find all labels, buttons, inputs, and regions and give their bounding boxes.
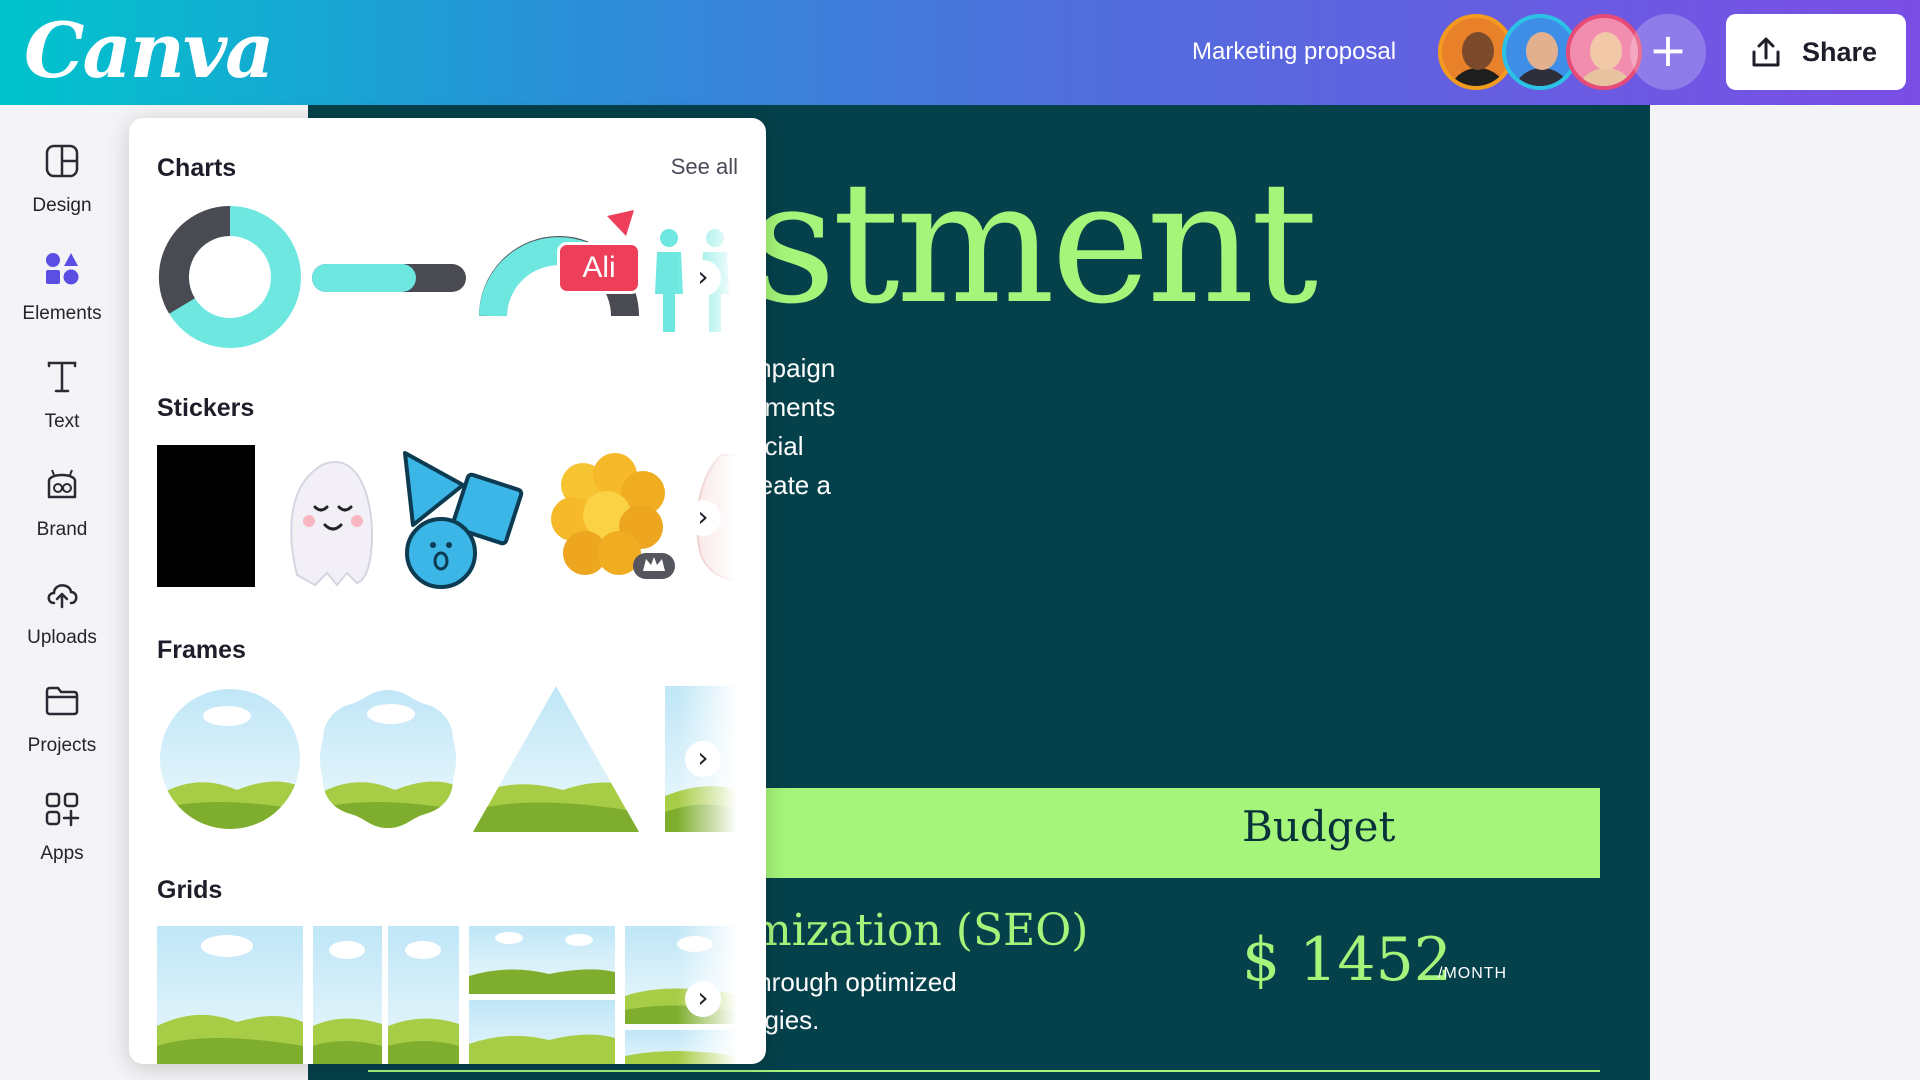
share-label: Share: [1802, 36, 1878, 67]
elements-panel: Charts See all Ali › Stickers › Frames ›…: [129, 118, 766, 1064]
frames-heading: Frames: [157, 636, 246, 664]
brand-icon: [47, 469, 77, 499]
chevron-right-icon[interactable]: ›: [685, 500, 721, 536]
document-title[interactable]: Marketing proposal: [1192, 38, 1396, 66]
plus-icon: +: [1648, 23, 1688, 77]
rail-item-label: Brand: [36, 519, 88, 540]
grids-heading: Grids: [157, 876, 223, 904]
rail-item-label: Elements: [22, 303, 102, 324]
rail-item-label: Projects: [27, 735, 97, 756]
ghost-sticker[interactable]: [277, 445, 387, 591]
rail-item-design[interactable]: Design: [0, 125, 124, 225]
folder-icon: [45, 686, 79, 716]
price-unit[interactable]: /MONTH: [1438, 965, 1507, 983]
bubble-cube-sticker[interactable]: [543, 445, 679, 591]
frames-row: ›: [157, 686, 737, 832]
price-value[interactable]: $ 1452: [1242, 925, 1452, 995]
stickers-heading: Stickers: [157, 394, 255, 422]
seo-line: through optimized: [750, 967, 957, 997]
see-all-link[interactable]: See all: [671, 154, 738, 180]
canva-logo[interactable]: Canva: [24, 6, 274, 95]
two-row-grid[interactable]: [469, 926, 615, 1064]
text-icon: [47, 361, 77, 393]
seo-line: egies.: [750, 1005, 820, 1035]
chevron-right-icon[interactable]: ›: [685, 260, 721, 296]
add-collaborator-button[interactable]: +: [1630, 14, 1706, 90]
charts-heading: Charts: [157, 154, 237, 182]
divider-line: [368, 1070, 1600, 1072]
charts-row: Ali ›: [157, 204, 737, 350]
seo-heading[interactable]: mization (SEO): [750, 905, 1088, 956]
rail-item-label: Uploads: [27, 627, 97, 648]
elements-icon: [46, 253, 79, 285]
donut-chart-element[interactable]: [157, 204, 303, 350]
budget-heading[interactable]: Budget: [1242, 802, 1395, 851]
chevron-right-icon[interactable]: ›: [685, 981, 721, 1017]
rail-item-label: Design: [32, 195, 92, 216]
rail-item-label: Apps: [40, 843, 84, 864]
rail-item-text[interactable]: Text: [0, 341, 124, 441]
upload-icon: [1752, 37, 1780, 67]
rail-item-label: Text: [44, 411, 80, 432]
collaborator-cursor-badge: Ali: [557, 242, 641, 294]
design-icon: [45, 144, 79, 178]
progress-bar-element[interactable]: [312, 204, 468, 350]
top-bar: Canva Marketing proposal + Share: [0, 0, 1920, 105]
side-navigation: Design Elements Text Brand Uploads Proje…: [0, 105, 124, 1080]
rail-item-uploads[interactable]: Uploads: [0, 557, 124, 657]
rail-item-projects[interactable]: Projects: [0, 665, 124, 765]
single-grid[interactable]: [157, 926, 303, 1064]
rail-item-brand[interactable]: Brand: [0, 449, 124, 549]
rail-item-apps[interactable]: Apps: [0, 773, 124, 873]
scalloped-frame[interactable]: [315, 686, 461, 832]
grids-row: ›: [157, 926, 737, 1064]
chevron-right-icon[interactable]: ›: [685, 741, 721, 777]
triangle-frame[interactable]: [473, 686, 639, 832]
slide-title[interactable]: stment: [750, 145, 1318, 341]
two-column-grid[interactable]: [313, 926, 459, 1064]
stickers-row: ›: [157, 445, 737, 591]
rail-item-elements[interactable]: Elements: [0, 233, 124, 333]
share-button[interactable]: Share: [1726, 14, 1906, 90]
seo-description[interactable]: through optimized egies.: [750, 963, 957, 1039]
cloud-upload-icon: [47, 584, 78, 609]
apps-icon: [45, 792, 80, 827]
black-sticker[interactable]: [157, 445, 255, 587]
circle-frame[interactable]: [157, 686, 303, 832]
shapes-sticker[interactable]: [393, 445, 529, 591]
